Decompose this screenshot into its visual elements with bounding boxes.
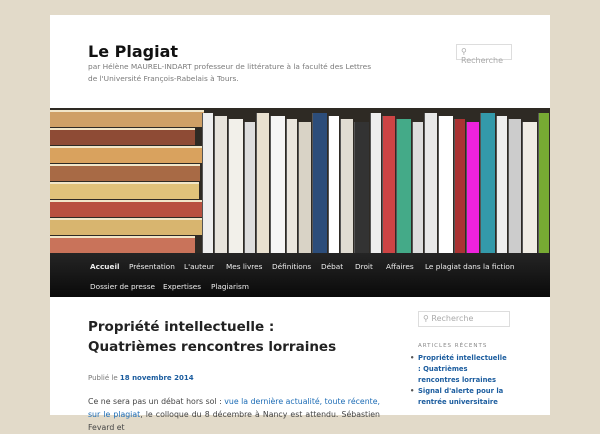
excerpt-text: Ce ne sera pas un débat hors sol : [88,397,225,406]
book-decoration [538,113,549,253]
book-decoration [256,113,269,253]
nav-item-plagiarism[interactable]: Plagiarism [211,282,249,291]
book-decoration [270,116,285,253]
page: Le Plagiat par Hélène MAUREL-INDART prof… [50,15,550,432]
nav-item-definitions[interactable]: Définitions [272,262,311,271]
nav-item-plagiat-fiction[interactable]: Le plagiat dans la fiction [425,262,514,271]
book-decoration [50,128,195,145]
site-title[interactable]: Le Plagiat [88,42,178,61]
book-decoration [214,116,227,253]
site-description: par Hélène MAUREL-INDART professeur de l… [88,62,372,83]
recent-article-link[interactable]: Propriété intellectuelle : Quatrièmes re… [410,353,510,386]
book-decoration [480,113,495,253]
book-decoration [454,119,465,253]
book-decoration [396,119,411,253]
book-decoration [354,122,369,253]
post-meta: Publié le 18 novembre 2014 [88,374,194,382]
book-decoration [424,113,437,253]
nav-item-dossier-presse[interactable]: Dossier de presse [90,282,155,291]
nav-item-auteur[interactable]: L'auteur [184,262,214,271]
book-decoration [522,122,537,253]
main-nav: Accueil Présentation L'auteur Mes livres… [50,253,550,297]
recent-articles-title: ARTICLES RÉCENTS [418,343,488,349]
nav-item-expertises[interactable]: Expertises [163,282,201,291]
book-decoration [202,113,213,253]
book-decoration [50,236,195,253]
nav-item-droit[interactable]: Droit [355,262,373,271]
post-date-link[interactable]: 18 novembre 2014 [120,374,194,382]
nav-item-debat[interactable]: Débat [321,262,343,271]
book-decoration [50,218,204,235]
nav-item-affaires[interactable]: Affaires [386,262,414,271]
search-placeholder: Recherche [431,314,474,323]
book-decoration [312,113,327,253]
book-decoration [340,119,353,253]
post-excerpt: Ce ne sera pas un débat hors sol : vue l… [88,395,380,434]
book-decoration [50,110,204,127]
book-decoration [466,122,479,253]
book-decoration [508,119,521,253]
book-decoration [328,116,339,253]
search-placeholder: Recherche [461,56,504,65]
book-decoration [50,182,199,199]
book-decoration [370,113,381,253]
book-decoration [50,164,200,181]
book-decoration [382,116,395,253]
book-decoration [298,122,311,253]
book-decoration [496,116,507,253]
book-decoration [50,200,205,217]
header-banner-image[interactable] [50,108,550,253]
nav-item-mes-livres[interactable]: Mes livres [226,262,262,271]
nav-item-accueil[interactable]: Accueil [90,262,119,271]
book-decoration [412,122,423,253]
book-decoration [438,116,453,253]
book-decoration [244,122,255,253]
sidebar-search-input[interactable]: ⚲ Recherche [418,311,510,327]
meta-prefix: Publié le [88,374,118,382]
recent-article-link[interactable]: Signal d'alerte pour la rentrée universi… [410,386,510,408]
book-decoration [228,119,243,253]
nav-item-presentation[interactable]: Présentation [129,262,175,271]
header-search-input[interactable]: ⚲ Recherche [456,44,512,65]
post-title[interactable]: Propriété intellectuelle : Quatrièmes re… [88,317,348,357]
book-decoration [50,146,209,163]
book-decoration [286,119,297,253]
